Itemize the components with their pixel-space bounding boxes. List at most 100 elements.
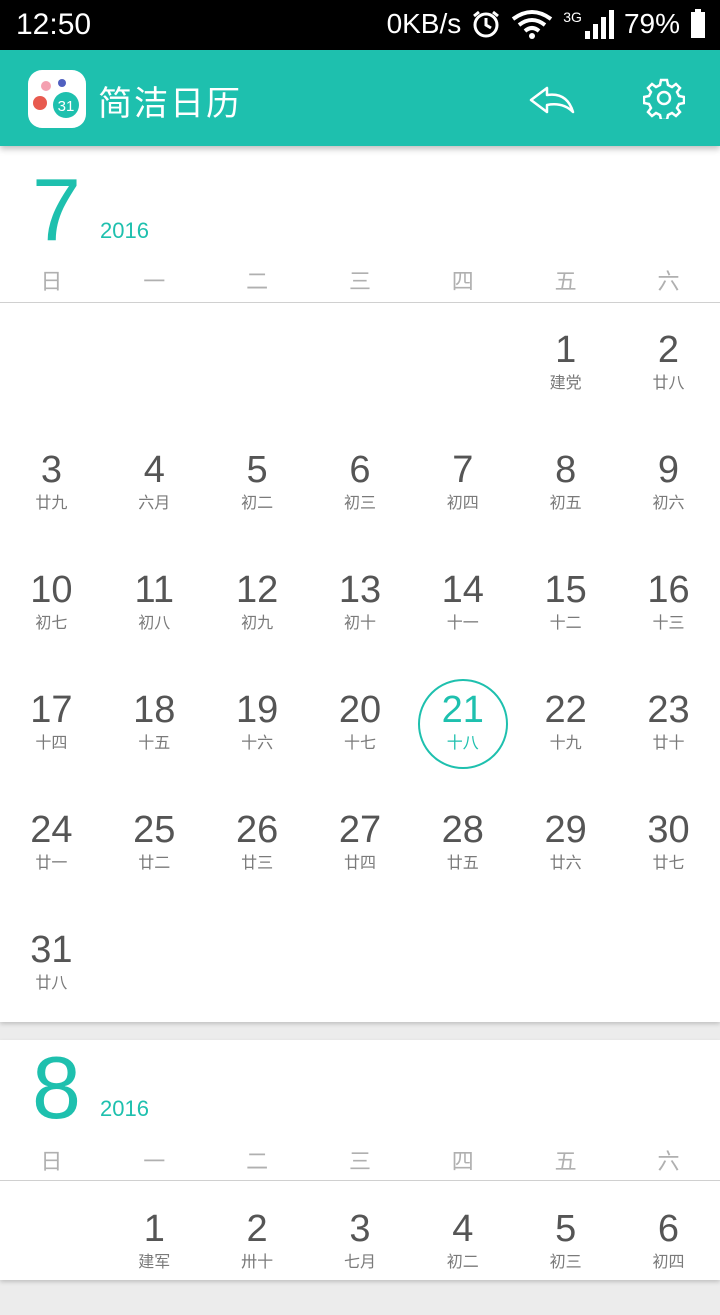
wifi-icon <box>511 9 553 39</box>
lunar-date: 十八 <box>446 733 479 752</box>
weekday-header: 日 一 二 三 四 五 六 <box>0 264 720 296</box>
weekday-label: 三 <box>348 1150 371 1175</box>
empty-day-cell <box>206 916 309 1036</box>
day-cell[interactable]: 27 廿四 <box>309 796 412 916</box>
day-number: 9 <box>657 449 680 491</box>
lunar-date: 廿四 <box>343 853 376 872</box>
day-cell[interactable]: 7 初四 <box>411 436 514 556</box>
day-cell[interactable]: 10 初七 <box>0 556 103 676</box>
day-cell[interactable]: 6 初四 <box>617 1195 720 1315</box>
lunar-date: 十二 <box>549 613 582 632</box>
month-year: 2016 <box>100 218 149 243</box>
settings-button[interactable] <box>636 72 692 124</box>
day-cell[interactable]: 12 初九 <box>206 556 309 676</box>
day-cell[interactable]: 17 十四 <box>0 676 103 796</box>
empty-day-cell <box>0 316 103 436</box>
lunar-date: 十六 <box>241 733 274 752</box>
day-cell[interactable]: 2 廿八 <box>617 316 720 436</box>
day-number: 6 <box>657 1208 680 1250</box>
net-speed: 0KB/s <box>386 8 462 39</box>
day-cell[interactable]: 5 初三 <box>514 1195 617 1315</box>
lunar-date: 初十 <box>343 613 376 632</box>
week-row: 24 廿一 25 廿二 26 廿三 27 廿四 28 廿五 29 廿六 30 廿七 <box>0 796 720 916</box>
day-cell[interactable]: 8 初五 <box>514 436 617 556</box>
week-row: 17 十四 18 十五 19 十六 20 十七 21 十八 22 十九 23 廿十 <box>0 676 720 796</box>
empty-day-cell <box>103 316 206 436</box>
day-number <box>206 916 309 928</box>
day-cell[interactable]: 1 建党 <box>514 316 617 436</box>
day-cell[interactable]: 19 十六 <box>206 676 309 796</box>
month-card-july: 7 2016 日 一 二 三 四 五 六 1 建党 2 廿八 3 廿九 4 六月 5 初二 6 初三 7… <box>0 146 720 1022</box>
lunar-date: 卅十 <box>241 1252 274 1271</box>
day-cell[interactable]: 15 十二 <box>514 556 617 676</box>
undo-icon <box>529 86 575 114</box>
day-cell[interactable]: 25 廿二 <box>103 796 206 916</box>
lunar-date: 初八 <box>138 613 171 632</box>
day-number: 18 <box>133 689 176 731</box>
lunar-date: 六月 <box>138 493 171 512</box>
day-cell[interactable]: 22 十九 <box>514 676 617 796</box>
month-number: 8 <box>32 1038 81 1137</box>
lunar-date: 初三 <box>549 1252 582 1271</box>
weekday-label: 六 <box>657 1150 680 1175</box>
day-cell[interactable]: 16 十三 <box>617 556 720 676</box>
day-number: 23 <box>647 689 690 731</box>
lunar-date: 廿七 <box>652 853 685 872</box>
day-cell[interactable]: 5 初二 <box>206 436 309 556</box>
day-cell[interactable]: 18 十五 <box>103 676 206 796</box>
day-cell[interactable]: 24 廿一 <box>0 796 103 916</box>
day-number <box>0 1195 103 1207</box>
battery-level: 79% <box>623 8 680 39</box>
day-number: 1 <box>143 1208 165 1250</box>
day-cell-today[interactable]: 21 十八 <box>411 676 514 796</box>
status-indicators: 0KB/s 3G 79% <box>387 8 706 40</box>
day-cell[interactable]: 3 廿九 <box>0 436 103 556</box>
day-cell[interactable]: 14 十一 <box>411 556 514 676</box>
divider <box>0 302 720 303</box>
lunar-date: 初二 <box>241 493 274 512</box>
empty-day-cell <box>514 916 617 1036</box>
day-number: 24 <box>30 809 73 851</box>
day-cell[interactable]: 4 初二 <box>411 1195 514 1315</box>
day-cell[interactable]: 2 卅十 <box>206 1195 309 1315</box>
day-cell[interactable]: 20 十七 <box>309 676 412 796</box>
lunar-date: 十七 <box>343 733 376 752</box>
day-cell[interactable]: 4 六月 <box>103 436 206 556</box>
empty-day-cell <box>206 316 309 436</box>
day-cell[interactable]: 31 廿八 <box>0 916 103 1036</box>
lunar-date: 廿三 <box>241 853 274 872</box>
weekday-label: 一 <box>143 270 166 295</box>
day-number: 26 <box>235 809 279 851</box>
weekday-label: 六 <box>657 270 680 295</box>
day-cell[interactable]: 9 初六 <box>617 436 720 556</box>
day-number: 6 <box>349 449 371 491</box>
weekday-label: 一 <box>143 1150 166 1175</box>
day-cell[interactable]: 3 七月 <box>309 1195 412 1315</box>
weekday-label: 四 <box>451 1150 474 1175</box>
day-cell[interactable]: 13 初十 <box>309 556 412 676</box>
lunar-date: 廿五 <box>446 853 479 872</box>
day-number: 16 <box>647 569 690 611</box>
day-number: 31 <box>30 929 73 971</box>
lunar-date: 建党 <box>549 373 582 392</box>
day-number: 15 <box>544 569 587 611</box>
weekday-label: 日 <box>40 270 63 295</box>
day-cell[interactable]: 26 廿三 <box>206 796 309 916</box>
day-number: 7 <box>452 449 474 491</box>
day-number <box>514 916 617 928</box>
day-number: 29 <box>544 809 587 851</box>
weekday-label: 日 <box>40 1150 63 1175</box>
day-cell[interactable]: 28 廿五 <box>411 796 514 916</box>
day-number: 10 <box>30 569 73 611</box>
day-cell[interactable]: 1 建军 <box>103 1195 206 1315</box>
day-number <box>411 316 514 328</box>
day-number: 27 <box>338 809 382 851</box>
day-cell[interactable]: 23 廿十 <box>617 676 720 796</box>
undo-button[interactable] <box>524 72 580 124</box>
status-bar: 12:50 0KB/s 3G 79% <box>0 0 720 50</box>
day-cell[interactable]: 11 初八 <box>103 556 206 676</box>
day-number: 17 <box>30 689 73 731</box>
day-cell[interactable]: 29 廿六 <box>514 796 617 916</box>
day-cell[interactable]: 6 初三 <box>309 436 412 556</box>
day-cell[interactable]: 30 廿七 <box>617 796 720 916</box>
